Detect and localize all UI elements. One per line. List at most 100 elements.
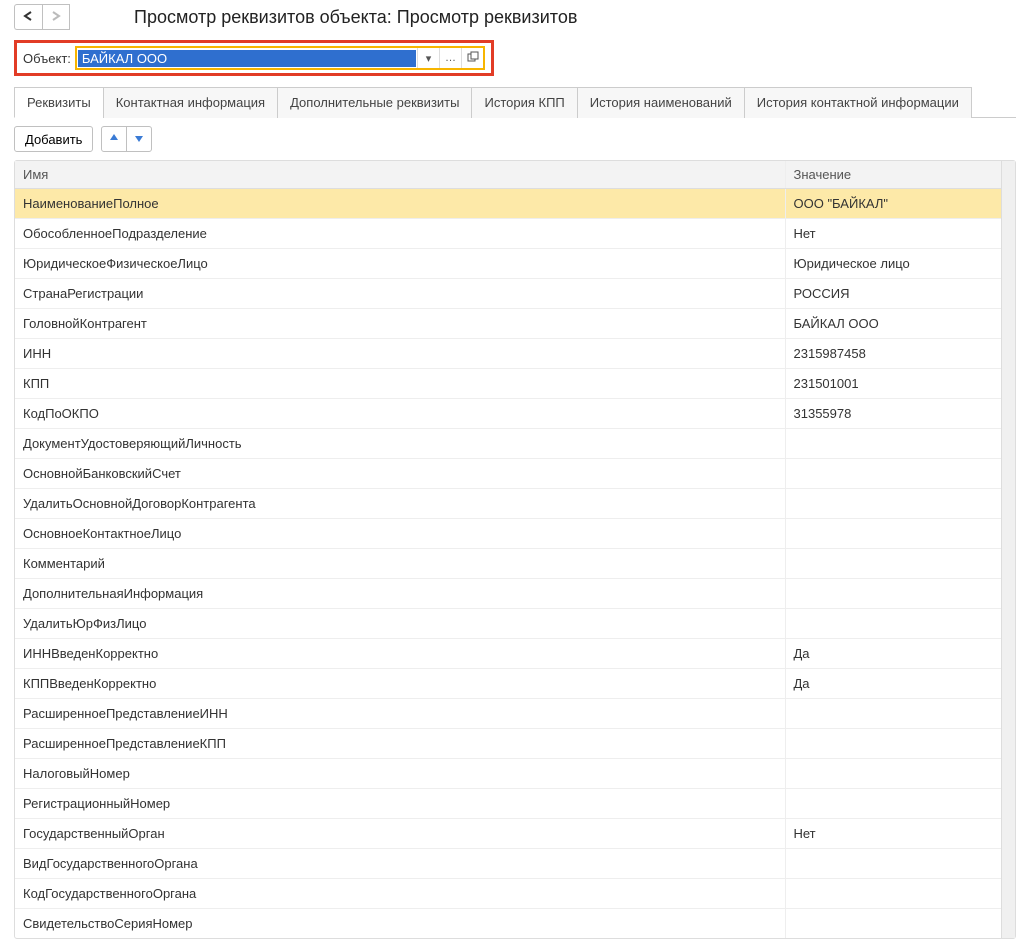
- cell-name: РасширенноеПредставлениеКПП: [15, 729, 785, 759]
- cell-value: [785, 489, 1001, 519]
- tab-0[interactable]: Реквизиты: [14, 87, 104, 118]
- col-name[interactable]: Имя: [15, 161, 785, 189]
- cell-name: РегистрационныйНомер: [15, 789, 785, 819]
- cell-value: 31355978: [785, 399, 1001, 429]
- cell-name: ЮридическоеФизическоеЛицо: [15, 249, 785, 279]
- cell-value: [785, 549, 1001, 579]
- dropdown-button[interactable]: ▾: [417, 48, 439, 68]
- cell-name: ДополнительнаяИнформация: [15, 579, 785, 609]
- cell-name: ИНН: [15, 339, 785, 369]
- table-row[interactable]: РегистрационныйНомер: [15, 789, 1001, 819]
- nav-forward-button[interactable]: [42, 4, 70, 30]
- arrow-left-icon: [22, 10, 36, 25]
- table-row[interactable]: ДополнительнаяИнформация: [15, 579, 1001, 609]
- cell-value: Да: [785, 669, 1001, 699]
- object-label: Объект:: [23, 51, 71, 66]
- page-title: Просмотр реквизитов объекта: Просмотр ре…: [134, 7, 577, 28]
- table-row[interactable]: ОбособленноеПодразделениеНет: [15, 219, 1001, 249]
- table-header-row: Имя Значение: [15, 161, 1001, 189]
- cell-name: ИННВведенКорректно: [15, 639, 785, 669]
- cell-name: КППВведенКорректно: [15, 669, 785, 699]
- nav-back-button[interactable]: [14, 4, 42, 30]
- table-row[interactable]: ОсновноеКонтактноеЛицо: [15, 519, 1001, 549]
- table-row[interactable]: ИНН2315987458: [15, 339, 1001, 369]
- select-button[interactable]: …: [439, 48, 461, 68]
- cell-name: СвидетельствоСерияНомер: [15, 909, 785, 939]
- cell-value: Юридическое лицо: [785, 249, 1001, 279]
- tab-2[interactable]: Дополнительные реквизиты: [277, 87, 472, 118]
- table-row[interactable]: НаименованиеПолноеООО "БАЙКАЛ": [15, 189, 1001, 219]
- cell-value: [785, 429, 1001, 459]
- cell-value: Да: [785, 639, 1001, 669]
- table-row[interactable]: КодГосударственногоОргана: [15, 879, 1001, 909]
- object-value: БАЙКАЛ ООО: [78, 50, 416, 67]
- cell-name: ГоловнойКонтрагент: [15, 309, 785, 339]
- cell-value: [785, 729, 1001, 759]
- table-row[interactable]: СтранаРегистрацииРОССИЯ: [15, 279, 1001, 309]
- cell-name: РасширенноеПредставлениеИНН: [15, 699, 785, 729]
- cell-value: [785, 909, 1001, 939]
- cell-value: ООО "БАЙКАЛ": [785, 189, 1001, 219]
- object-field[interactable]: БАЙКАЛ ООО ▾ …: [75, 46, 485, 70]
- table-row[interactable]: ГосударственныйОрганНет: [15, 819, 1001, 849]
- cell-value: [785, 459, 1001, 489]
- cell-name: УдалитьЮрФизЛицо: [15, 609, 785, 639]
- table-row[interactable]: ВидГосударственногоОргана: [15, 849, 1001, 879]
- move-up-button[interactable]: [101, 126, 127, 152]
- cell-name: СтранаРегистрации: [15, 279, 785, 309]
- table-row[interactable]: УдалитьЮрФизЛицо: [15, 609, 1001, 639]
- chevron-down-icon: ▾: [426, 52, 432, 65]
- cell-value: [785, 849, 1001, 879]
- tabs: РеквизитыКонтактная информацияДополнител…: [14, 86, 1016, 118]
- table-row[interactable]: КодПоОКПО31355978: [15, 399, 1001, 429]
- table-row[interactable]: СвидетельствоСерияНомер: [15, 909, 1001, 939]
- cell-name: КодГосударственногоОргана: [15, 879, 785, 909]
- tab-1[interactable]: Контактная информация: [103, 87, 278, 118]
- table-row[interactable]: РасширенноеПредставлениеИНН: [15, 699, 1001, 729]
- cell-value: [785, 879, 1001, 909]
- col-value[interactable]: Значение: [785, 161, 1001, 189]
- table-row[interactable]: ОсновнойБанковскийСчет: [15, 459, 1001, 489]
- cell-name: КодПоОКПО: [15, 399, 785, 429]
- tab-4[interactable]: История наименований: [577, 87, 745, 118]
- table-row[interactable]: ГоловнойКонтрагентБАЙКАЛ ООО: [15, 309, 1001, 339]
- cell-value: [785, 759, 1001, 789]
- toolbar: Добавить: [14, 126, 1016, 152]
- arrow-right-icon: [49, 10, 63, 25]
- cell-name: ДокументУдостоверяющийЛичность: [15, 429, 785, 459]
- table-row[interactable]: ДокументУдостоверяющийЛичность: [15, 429, 1001, 459]
- arrow-up-icon: [108, 132, 120, 147]
- table-row[interactable]: НалоговыйНомер: [15, 759, 1001, 789]
- cell-name: УдалитьОсновнойДоговорКонтрагента: [15, 489, 785, 519]
- table-row[interactable]: Комментарий: [15, 549, 1001, 579]
- tab-5[interactable]: История контактной информации: [744, 87, 972, 118]
- cell-value: [785, 789, 1001, 819]
- tab-3[interactable]: История КПП: [471, 87, 577, 118]
- cell-value: Нет: [785, 819, 1001, 849]
- cell-value: [785, 609, 1001, 639]
- table-row[interactable]: ИННВведенКорректноДа: [15, 639, 1001, 669]
- cell-value: РОССИЯ: [785, 279, 1001, 309]
- top-nav: Просмотр реквизитов объекта: Просмотр ре…: [0, 4, 1030, 36]
- table-row[interactable]: КППВведенКорректноДа: [15, 669, 1001, 699]
- cell-name: ВидГосударственногоОргана: [15, 849, 785, 879]
- ellipsis-icon: …: [445, 52, 456, 64]
- table-row[interactable]: КПП231501001: [15, 369, 1001, 399]
- table-row[interactable]: ЮридическоеФизическоеЛицоЮридическое лиц…: [15, 249, 1001, 279]
- cell-value: 2315987458: [785, 339, 1001, 369]
- cell-value: БАЙКАЛ ООО: [785, 309, 1001, 339]
- cell-name: ГосударственныйОрган: [15, 819, 785, 849]
- open-icon: [467, 51, 479, 66]
- move-down-button[interactable]: [126, 126, 152, 152]
- cell-name: ОсновнойБанковскийСчет: [15, 459, 785, 489]
- cell-name: НаименованиеПолное: [15, 189, 785, 219]
- table-row[interactable]: УдалитьОсновнойДоговорКонтрагента: [15, 489, 1001, 519]
- scrollbar[interactable]: [1001, 161, 1015, 938]
- requisites-table: Имя Значение НаименованиеПолноеООО "БАЙК…: [14, 160, 1016, 939]
- table-row[interactable]: РасширенноеПредставлениеКПП: [15, 729, 1001, 759]
- cell-value: [785, 519, 1001, 549]
- add-button[interactable]: Добавить: [14, 126, 93, 152]
- open-button[interactable]: [461, 48, 483, 68]
- cell-value: [785, 699, 1001, 729]
- cell-name: ОбособленноеПодразделение: [15, 219, 785, 249]
